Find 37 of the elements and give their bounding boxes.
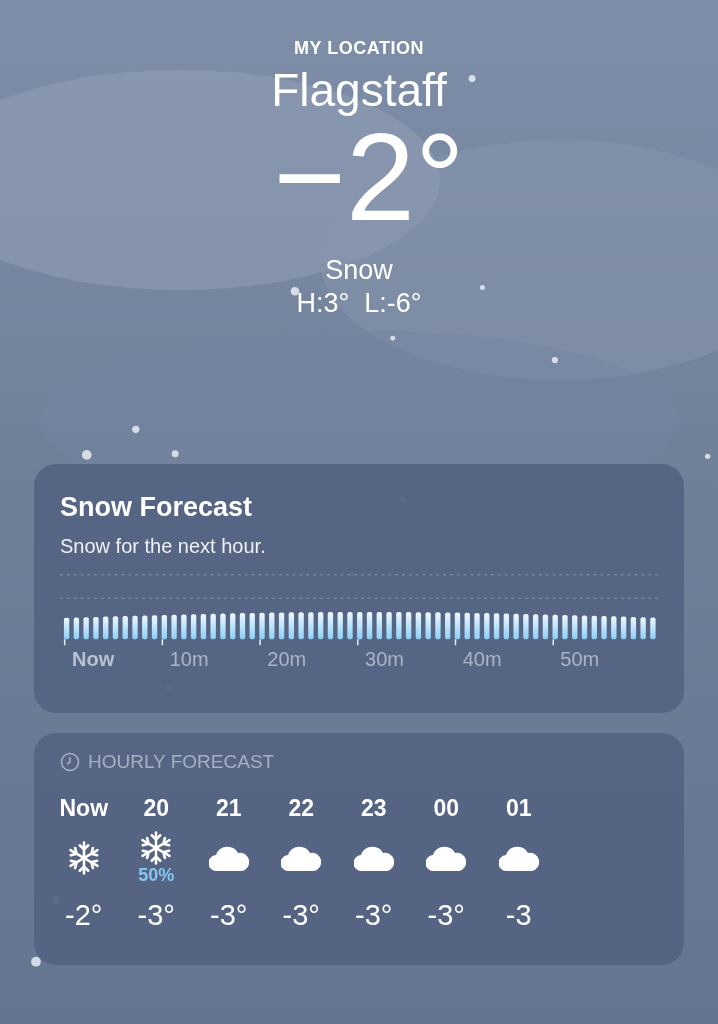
- hour-temperature: -3: [505, 899, 532, 932]
- condition-text: Snow: [325, 255, 393, 286]
- card-title: Snow Forecast: [60, 492, 254, 523]
- axis-label: 40m: [462, 648, 503, 671]
- hour-temperature: -3°: [355, 899, 393, 932]
- location-label: MY LOCATION: [294, 38, 424, 59]
- axis-label: 10m: [169, 648, 210, 671]
- hour-temperature: -3°: [137, 899, 175, 932]
- cloud-icon: [426, 845, 467, 871]
- hour-label: 20: [143, 795, 170, 823]
- hour-label: Now: [59, 795, 109, 823]
- axis-label: 30m: [365, 648, 405, 671]
- clock-icon: [60, 752, 80, 772]
- axis-label: Now: [72, 648, 116, 671]
- cloud-icon: [281, 845, 322, 871]
- city-name: Flagstaff: [271, 63, 447, 117]
- hour-temperature: -3°: [210, 899, 248, 932]
- snowflake-icon: [66, 841, 101, 875]
- precipitation-chance: 50%: [138, 864, 175, 886]
- high-low-text: H:3° L:-6°: [296, 288, 422, 319]
- hour-label: 22: [288, 795, 315, 823]
- cloud-icon: [208, 845, 249, 871]
- hour-label: 01: [505, 795, 532, 823]
- section-title: HOURLY FORECAST: [88, 751, 275, 773]
- snowflake-icon: [139, 830, 174, 865]
- cloud-icon: [353, 845, 394, 871]
- forecast-summary: Snow for the next hour.: [60, 535, 267, 558]
- axis-label: 50m: [560, 648, 601, 671]
- hour-label: 21: [215, 795, 242, 823]
- cloud-icon: [498, 845, 539, 871]
- hour-temperature: -3°: [282, 899, 320, 932]
- current-temperature: −2°: [273, 115, 465, 239]
- hour-temperature: -3°: [427, 899, 465, 932]
- hour-temperature: -2°: [65, 899, 103, 932]
- hour-label: 23: [360, 795, 387, 823]
- axis-label: 20m: [267, 648, 308, 671]
- hour-label: 00: [433, 795, 460, 823]
